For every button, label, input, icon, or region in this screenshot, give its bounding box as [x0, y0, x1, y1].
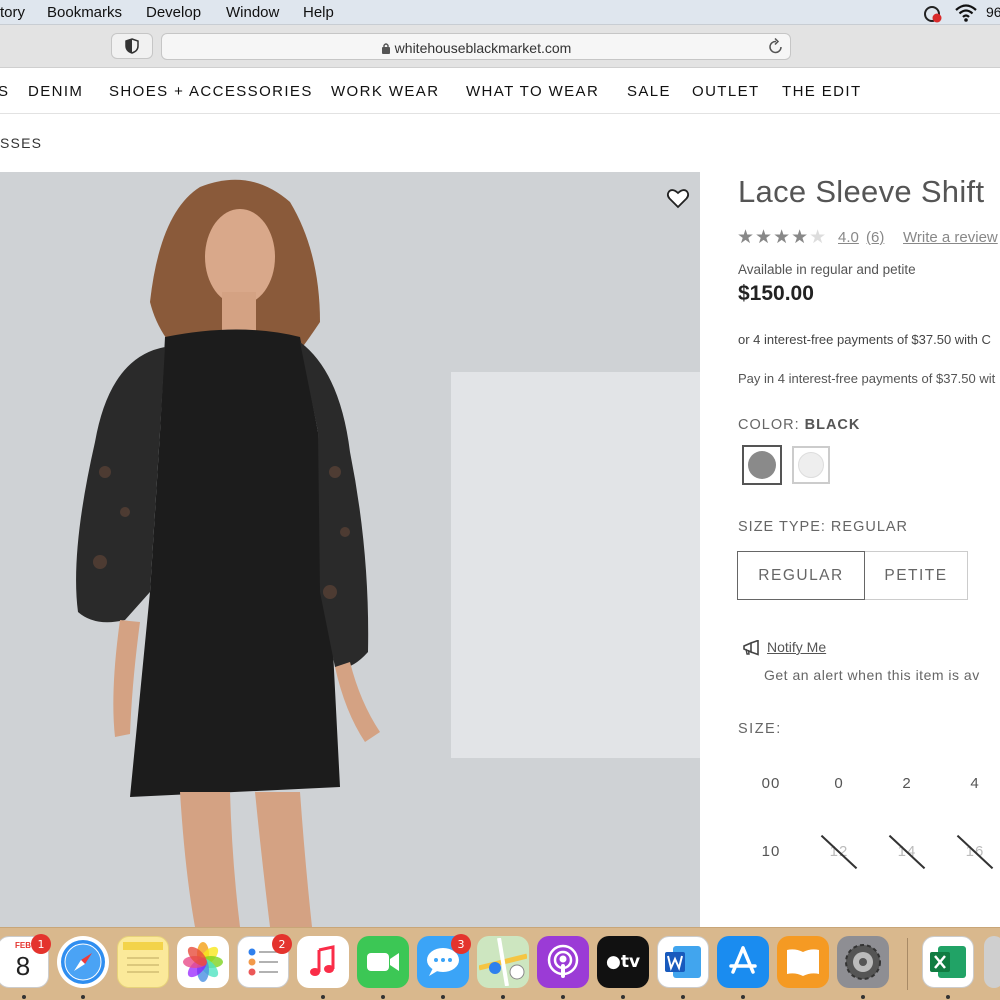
url-text: whitehouseblackmarket.com: [394, 40, 572, 56]
messages-running-dot: [441, 995, 445, 999]
nav-item-work-wear[interactable]: WORK WEAR: [331, 83, 439, 100]
menu-window[interactable]: Window: [226, 4, 279, 21]
product-price: $150.00: [738, 282, 814, 305]
nav-item-shoes-accessories[interactable]: SHOES + ACCESSORIES: [109, 83, 313, 100]
availability-text: Available in regular and petite: [738, 262, 916, 277]
safari-icon[interactable]: [57, 936, 109, 988]
microsoft-word-icon[interactable]: [657, 936, 709, 988]
size-type-petite-button[interactable]: PETITE: [865, 551, 968, 600]
nav-item-sale[interactable]: SALE: [627, 83, 671, 100]
dock-separator: [907, 938, 908, 990]
menu-bookmarks[interactable]: Bookmarks: [47, 4, 122, 21]
model-photo: [76, 179, 380, 927]
word-running-dot: [681, 995, 685, 999]
nav-item-what-to-wear[interactable]: WHAT TO WEAR: [466, 83, 599, 100]
shield-icon: [125, 38, 139, 54]
review-count-link[interactable]: (6): [866, 229, 884, 246]
music-running-dot: [321, 995, 325, 999]
stars-empty-icon: ★: [809, 227, 828, 248]
menu-help[interactable]: Help: [303, 4, 334, 21]
podcasts-icon[interactable]: [537, 936, 589, 988]
color-label-text: COLOR:: [738, 417, 800, 433]
podcasts-running-dot: [561, 995, 565, 999]
color-value: BLACK: [804, 417, 861, 433]
maps-icon[interactable]: [477, 936, 529, 988]
mac-menu-bar: tory Bookmarks Develop Window Help 96: [0, 0, 1000, 25]
product-image[interactable]: [0, 172, 700, 927]
breadcrumb[interactable]: SSES: [0, 135, 42, 151]
write-review-link[interactable]: Write a review: [903, 229, 998, 246]
trash-icon[interactable]: [984, 936, 1000, 988]
address-bar[interactable]: whitehouseblackmarket.com: [161, 33, 791, 60]
size-option-4[interactable]: 4: [955, 775, 995, 792]
app-store-running-dot: [741, 995, 745, 999]
creative-cloud-icon[interactable]: [922, 4, 946, 24]
lock-icon: [381, 43, 390, 54]
apple-tv-label: tv: [620, 952, 641, 972]
color-swatch-white[interactable]: [792, 446, 830, 484]
privacy-report-button[interactable]: [111, 33, 153, 59]
mac-dock: FEB 8 1 2 3 ●tv: [0, 927, 1000, 1000]
menu-history[interactable]: tory: [0, 4, 25, 21]
books-icon[interactable]: [777, 936, 829, 988]
product-title: Lace Sleeve Shift: [738, 174, 985, 209]
reminders-badge: 2: [272, 934, 292, 954]
size-type-label: SIZE TYPE: REGULAR: [738, 519, 909, 535]
apple-tv-running-dot: [621, 995, 625, 999]
notify-me-link[interactable]: Notify Me: [767, 639, 826, 655]
apple-tv-icon[interactable]: ●tv: [597, 936, 649, 988]
calendar-day: 8: [15, 951, 31, 981]
microsoft-excel-icon[interactable]: [922, 936, 974, 988]
calendar-month: FEB: [15, 941, 31, 950]
size-option-2[interactable]: 2: [887, 775, 927, 792]
size-option-10[interactable]: 10: [751, 843, 791, 860]
facetime-running-dot: [381, 995, 385, 999]
excel-running-dot: [946, 995, 950, 999]
nav-item-dresses[interactable]: S: [0, 83, 9, 100]
app-store-icon[interactable]: [717, 936, 769, 988]
screen: tory Bookmarks Develop Window Help 96 wh…: [0, 0, 1000, 1000]
size-option-0[interactable]: 0: [819, 775, 859, 792]
calendar-running-dot: [22, 995, 26, 999]
wifi-icon[interactable]: [954, 3, 978, 23]
nav-item-denim[interactable]: DENIM: [28, 83, 83, 100]
size-label: SIZE:: [738, 721, 782, 737]
facetime-icon[interactable]: [357, 936, 409, 988]
messages-badge: 3: [451, 934, 471, 954]
system-preferences-icon[interactable]: [837, 936, 889, 988]
size-option-00[interactable]: 00: [751, 775, 791, 792]
notes-icon[interactable]: [117, 936, 169, 988]
wishlist-heart-icon[interactable]: [666, 186, 690, 210]
product-details: Lace Sleeve Shift ★★★★★ 4.0 (6) Write a …: [700, 114, 1000, 927]
megaphone-icon: [743, 640, 759, 656]
battery-percent: 96: [986, 4, 1000, 20]
menu-develop[interactable]: Develop: [146, 4, 201, 21]
music-icon[interactable]: [297, 936, 349, 988]
system-preferences-running-dot: [861, 995, 865, 999]
rating-value-link[interactable]: 4.0: [838, 229, 859, 246]
stars-filled-icon: ★★★★: [737, 227, 810, 248]
browser-toolbar: whitehouseblackmarket.com: [0, 25, 1000, 68]
safari-running-dot: [81, 995, 85, 999]
nav-item-the-edit[interactable]: THE EDIT: [782, 83, 862, 100]
reload-icon[interactable]: [768, 38, 784, 56]
size-type-regular-button[interactable]: REGULAR: [737, 551, 865, 600]
photos-icon[interactable]: [177, 936, 229, 988]
notify-alert-text: Get an alert when this item is av: [764, 667, 980, 683]
star-rating: ★★★★★: [737, 226, 827, 249]
color-label: COLOR: BLACK: [738, 417, 860, 433]
nav-item-outlet[interactable]: OUTLET: [692, 83, 760, 100]
installment-text-1: or 4 interest-free payments of $37.50 wi…: [738, 332, 991, 347]
maps-running-dot: [501, 995, 505, 999]
color-swatch-black[interactable]: [742, 445, 782, 485]
installment-text-2: Pay in 4 interest-free payments of $37.5…: [738, 371, 996, 386]
calendar-badge: 1: [31, 934, 51, 954]
site-navigation: S DENIM SHOES + ACCESSORIES WORK WEAR WH…: [0, 68, 1000, 114]
